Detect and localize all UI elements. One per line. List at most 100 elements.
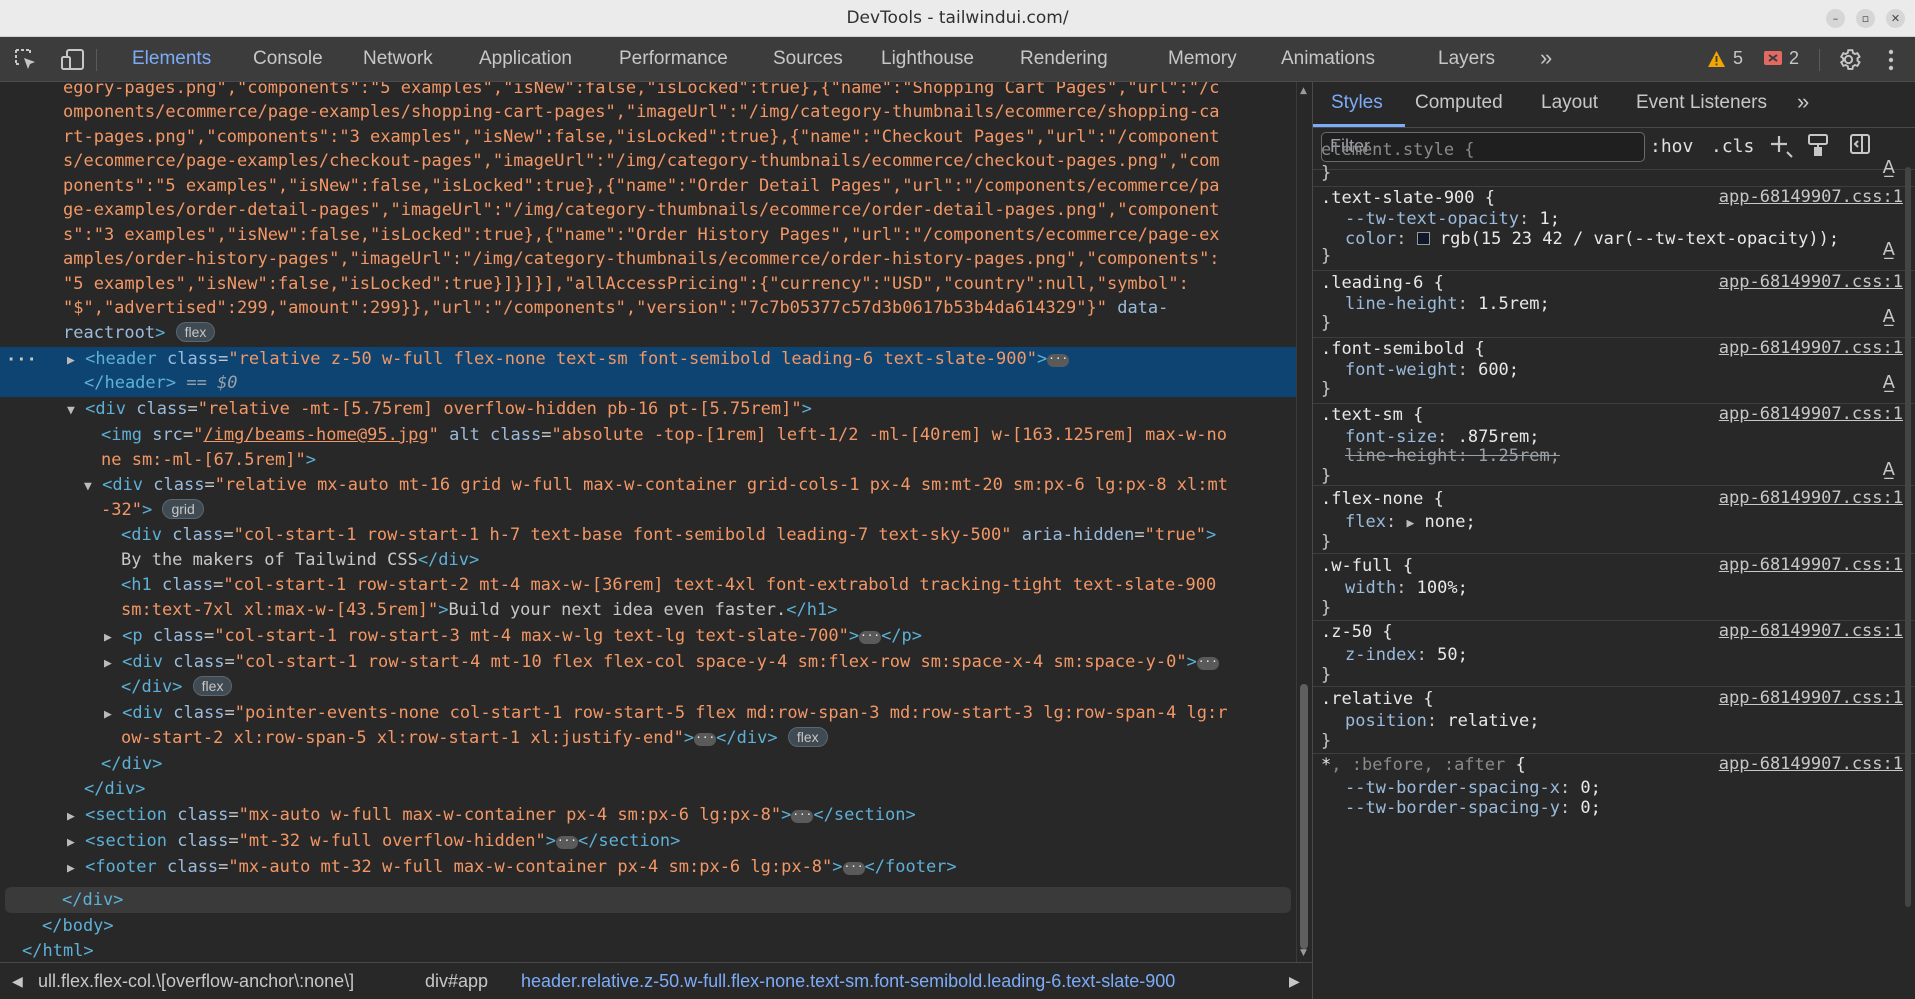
rule-selector[interactable]: *, :before, :after { — [1321, 754, 1526, 776]
elements-dom-tree[interactable]: egory-pages.png","components":"5 example… — [0, 82, 1296, 962]
node-div-buttons[interactable]: ▶ <div class="col-start-1 row-start-4 mt… — [104, 650, 1219, 675]
css-declaration[interactable]: color: rgb(15 23 42 / var(--tw-text-opac… — [1345, 228, 1839, 250]
code-line[interactable]: s":"3 examples","isNew":false,"isLocked"… — [63, 223, 1220, 248]
minimize-icon[interactable]: – — [1826, 9, 1845, 28]
code-line[interactable]: By the makers of Tailwind CSS</div> — [121, 548, 479, 573]
node-section[interactable]: ▶ <section class="mx-auto w-full max-w-c… — [67, 803, 916, 828]
code-line[interactable]: </div> flex — [121, 675, 233, 700]
settings-gear-icon[interactable] — [1836, 47, 1861, 72]
expand-shorthand-icon[interactable]: ▶ — [1406, 516, 1414, 531]
breadcrumb-right-arrow-icon[interactable]: ▶ — [1289, 973, 1300, 990]
rule-selector[interactable]: .flex-none { — [1321, 488, 1444, 510]
rule-source-link[interactable]: app-68149907.css:1 — [1719, 187, 1903, 207]
text-style-icon[interactable]: A̲ — [1883, 372, 1895, 393]
breadcrumb-item[interactable]: ull.flex.flex-col.\[overflow-anchor\:non… — [38, 971, 354, 992]
css-declaration[interactable]: --tw-text-opacity: 1; — [1345, 208, 1560, 230]
tab-memory[interactable]: Memory — [1168, 48, 1237, 70]
element-style-rule[interactable]: element.style { — [1321, 139, 1475, 161]
rule-selector[interactable]: .text-slate-900 { — [1321, 187, 1495, 209]
tab-lighthouse[interactable]: Lighthouse — [881, 48, 974, 70]
tab-network[interactable]: Network — [363, 48, 433, 70]
rule-source-link[interactable]: app-68149907.css:1 — [1719, 555, 1903, 575]
node-h1[interactable]: <h1 class="col-start-1 row-start-2 mt-4 … — [121, 573, 1216, 598]
node-p[interactable]: ▶ <p class="col-start-1 row-start-3 mt-4… — [104, 624, 922, 649]
warning-count[interactable]: 5 — [1733, 48, 1743, 69]
breadcrumb-item[interactable]: div#app — [425, 971, 488, 992]
code-line[interactable]: </div> — [84, 777, 145, 802]
tab-layers[interactable]: Layers — [1438, 48, 1495, 70]
warning-icon[interactable] — [1707, 50, 1726, 68]
tab-performance[interactable]: Performance — [619, 48, 728, 70]
tab-styles[interactable]: Styles — [1331, 92, 1383, 114]
code-line[interactable]: ow-start-2 xl:row-span-5 xl:row-start-1 … — [121, 726, 828, 751]
maximize-icon[interactable]: ▫ — [1856, 9, 1875, 28]
css-declaration[interactable]: width: 100%; — [1345, 577, 1468, 599]
flex-badge[interactable]: flex — [787, 727, 828, 747]
code-line[interactable]: amples/order-history-pages","imageUrl":"… — [63, 247, 1220, 272]
selected-node-dots[interactable]: ··· — [6, 348, 37, 373]
flex-badge[interactable]: flex — [175, 322, 216, 342]
scrollbar-thumb[interactable] — [1300, 684, 1308, 949]
code-line[interactable]: </html> — [22, 939, 94, 962]
node-header[interactable]: ▶ <header class="relative z-50 w-full fl… — [67, 347, 1070, 372]
css-declaration[interactable]: z-index: 50; — [1345, 644, 1468, 666]
code-line[interactable]: rt-pages.png","components":"3 examples",… — [63, 125, 1220, 150]
code-line[interactable]: egory-pages.png","components":"5 example… — [63, 82, 1220, 101]
node-div-tagline[interactable]: <div class="col-start-1 row-start-1 h-7 … — [121, 523, 1216, 548]
rule-source-link[interactable]: app-68149907.css:1 — [1719, 404, 1903, 424]
grid-badge[interactable]: grid — [162, 499, 204, 519]
code-line[interactable]: ge-examples/order-detail-pages","imageUr… — [63, 198, 1220, 223]
text-style-icon[interactable]: A̲ — [1883, 157, 1895, 178]
node-div-grid[interactable]: ▼ <div class="relative mx-auto mt-16 gri… — [84, 473, 1228, 498]
rule-source-link[interactable]: app-68149907.css:1 — [1719, 488, 1903, 508]
scroll-up-icon[interactable]: ▲ — [1300, 86, 1307, 96]
error-icon[interactable] — [1764, 51, 1782, 68]
paint-format-icon[interactable] — [1807, 133, 1829, 157]
tab-event-listeners[interactable]: Event Listeners — [1636, 92, 1767, 114]
tab-rendering[interactable]: Rendering — [1020, 48, 1108, 70]
more-tabs-icon[interactable]: » — [1797, 89, 1809, 115]
tab-application[interactable]: Application — [479, 48, 572, 70]
css-declaration-overridden[interactable]: line-height: 1.25rem; — [1345, 445, 1560, 467]
node-div-hero[interactable]: ▼ <div class="relative -mt-[5.75rem] ove… — [67, 397, 812, 422]
node-img[interactable]: <img src="/img/beams-home@95.jpg" alt cl… — [101, 423, 1227, 448]
sidebar-scrollbar[interactable] — [1903, 167, 1913, 907]
text-style-icon[interactable]: A̲ — [1883, 239, 1895, 260]
rule-source-link[interactable]: app-68149907.css:1 — [1719, 754, 1903, 774]
code-line[interactable]: omponents/ecommerce/page-examples/shoppi… — [63, 100, 1220, 125]
tab-layout[interactable]: Layout — [1541, 92, 1598, 114]
scrollbar-thumb[interactable] — [1905, 167, 1911, 907]
rule-selector[interactable]: .text-sm { — [1321, 404, 1423, 426]
toggle-sidebar-icon[interactable] — [1849, 133, 1871, 155]
code-line[interactable]: ponents":"5 examples","isNew":false,"isL… — [63, 174, 1220, 199]
text-style-icon[interactable]: A̲ — [1883, 459, 1895, 480]
rule-selector[interactable]: .z-50 { — [1321, 621, 1393, 643]
error-count[interactable]: 2 — [1789, 48, 1799, 69]
code-line[interactable]: reactroot> flex — [63, 321, 216, 346]
rule-source-link[interactable]: app-68149907.css:1 — [1719, 272, 1903, 292]
tab-computed[interactable]: Computed — [1415, 92, 1503, 114]
node-footer[interactable]: ▶ <footer class="mx-auto mt-32 w-full ma… — [67, 855, 957, 880]
more-options-icon[interactable] — [1887, 49, 1895, 71]
code-line[interactable]: s/ecommerce/page-examples/checkout-pages… — [63, 149, 1220, 174]
css-declaration[interactable]: flex: ▶ none; — [1345, 511, 1476, 535]
code-line[interactable]: </body> — [42, 914, 114, 939]
hover-state-toggle[interactable]: :hov — [1650, 136, 1693, 157]
tab-elements[interactable]: Elements — [132, 48, 211, 70]
more-tabs-icon[interactable]: » — [1540, 45, 1552, 71]
rule-source-link[interactable]: app-68149907.css:1 — [1719, 621, 1903, 641]
node-section[interactable]: ▶ <section class="mt-32 w-full overflow-… — [67, 829, 680, 854]
node-div-pointer[interactable]: ▶ <div class="pointer-events-none col-st… — [104, 701, 1228, 726]
rule-source-link[interactable]: app-68149907.css:1 — [1719, 688, 1903, 708]
device-toolbar-icon[interactable] — [60, 47, 86, 73]
code-line[interactable]: "5 examples","isNew":false,"isLocked":tr… — [63, 272, 1189, 297]
css-declaration[interactable]: --tw-border-spacing-y: 0; — [1345, 797, 1601, 819]
breadcrumb-item-active[interactable]: header.relative.z-50.w-full.flex-none.te… — [521, 971, 1175, 992]
rule-selector[interactable]: .relative { — [1321, 688, 1434, 710]
code-line[interactable]: -32"> grid — [101, 498, 204, 523]
css-declaration[interactable]: --tw-border-spacing-x: 0; — [1345, 777, 1601, 799]
code-line[interactable]: "$","advertised":299,"amount":299}},"url… — [63, 296, 1168, 321]
css-declaration[interactable]: position: relative; — [1345, 710, 1540, 732]
scroll-down-icon[interactable]: ▼ — [1300, 948, 1307, 958]
flex-badge[interactable]: flex — [192, 676, 233, 696]
